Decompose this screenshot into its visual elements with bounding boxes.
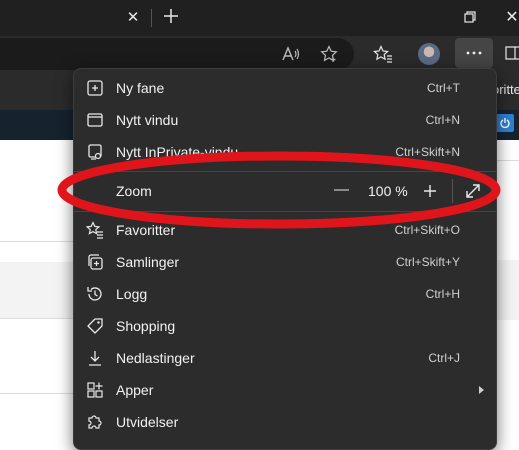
menu-item-shortcut: Ctrl+Skift+O (394, 223, 460, 237)
menu-item-shopping[interactable]: Shopping (74, 310, 496, 342)
page-divider (0, 318, 75, 319)
collections-icon (86, 253, 104, 271)
downloads-icon (86, 349, 104, 367)
submenu-arrow-icon (479, 386, 484, 394)
menu-item-new-tab[interactable]: Ny fane Ctrl+T (74, 72, 496, 104)
menu-item-zoom: Zoom — 100 % (74, 175, 496, 207)
menu-item-extensions[interactable]: Utvidelser (74, 406, 496, 438)
menu-item-collections[interactable]: Samlinger Ctrl+Skift+Y (74, 246, 496, 278)
menu-item-label: Apper (116, 382, 154, 398)
new-tab-icon (86, 79, 104, 97)
zoom-label: Zoom (116, 183, 152, 199)
fullscreen-button[interactable] (464, 182, 482, 200)
new-tab-button[interactable] (160, 5, 182, 27)
zoom-level-value: 100 % (368, 183, 408, 199)
menu-item-label: Nytt vindu (116, 112, 179, 128)
tab-divider (151, 9, 152, 27)
menu-item-favorites[interactable]: Favoritter Ctrl+Skift+O (74, 214, 496, 246)
menu-item-shortcut: Ctrl+Skift+Y (395, 255, 460, 269)
menu-item-shortcut: Ctrl+T (427, 81, 460, 95)
profile-avatar[interactable] (418, 43, 440, 65)
plus-icon (164, 9, 178, 23)
read-aloud-icon[interactable] (280, 45, 302, 63)
menu-item-label: Nedlastinger (116, 350, 195, 366)
inprivate-icon (86, 143, 104, 161)
plus-icon (424, 185, 436, 197)
add-favorite-icon[interactable] (318, 44, 340, 64)
page-divider (0, 241, 75, 242)
restore-icon (464, 11, 476, 23)
menu-item-label: Utvidelser (116, 414, 179, 430)
menu-item-shortcut: Ctrl+Skift+N (395, 145, 460, 159)
history-icon (86, 285, 104, 303)
page-divider (0, 393, 75, 394)
menu-item-shortcut: Ctrl+N (425, 113, 460, 127)
menu-item-downloads[interactable]: Nedlastinger Ctrl+J (74, 342, 496, 374)
zoom-divider (452, 179, 453, 203)
shopping-tag-icon (86, 317, 104, 335)
apps-icon (86, 381, 104, 399)
new-window-icon (86, 111, 104, 129)
settings-and-more-button[interactable] (455, 38, 493, 68)
close-window-button[interactable]: ✕ (502, 6, 519, 28)
menu-item-shortcut: Ctrl+J (428, 351, 460, 365)
power-icon[interactable] (496, 114, 514, 132)
menu-item-label: Favoritter (116, 222, 176, 238)
menu-item-apps[interactable]: Apper (74, 374, 496, 406)
zoom-in-button[interactable] (422, 183, 438, 199)
settings-menu: Ny fane Ctrl+T Nytt vindu Ctrl+N Nytt In… (73, 68, 497, 450)
favorites-toolbar-icon[interactable] (372, 44, 394, 64)
menu-item-inprivate-window[interactable]: Nytt InPrivate-vindu Ctrl+Skift+N (74, 136, 496, 168)
menu-item-history[interactable]: Logg Ctrl+H (74, 278, 496, 310)
title-bar (0, 0, 519, 36)
favorites-icon (86, 221, 104, 239)
close-tab-icon[interactable]: ✕ (124, 8, 142, 26)
menu-item-label: Shopping (116, 318, 176, 334)
sidebar-toggle-icon[interactable] (504, 44, 519, 62)
page-divider-right (497, 160, 519, 161)
menu-item-label: Ny fane (116, 80, 165, 96)
menu-item-shortcut: Ctrl+H (425, 287, 460, 301)
menu-separator (74, 171, 496, 172)
page-gray-band (0, 262, 75, 318)
restore-window-button[interactable] (460, 8, 480, 26)
menu-item-label: Logg (116, 286, 148, 302)
menu-item-new-window[interactable]: Nytt vindu Ctrl+N (74, 104, 496, 136)
menu-item-label: Samlinger (116, 254, 180, 270)
page-gray-band-right (497, 260, 519, 320)
zoom-out-button[interactable]: — (334, 181, 349, 198)
ellipsis-icon (466, 51, 482, 55)
extensions-icon (86, 413, 104, 431)
menu-item-label: Nytt InPrivate-vindu (116, 144, 239, 160)
menu-separator (74, 211, 496, 212)
expand-icon (466, 184, 480, 198)
